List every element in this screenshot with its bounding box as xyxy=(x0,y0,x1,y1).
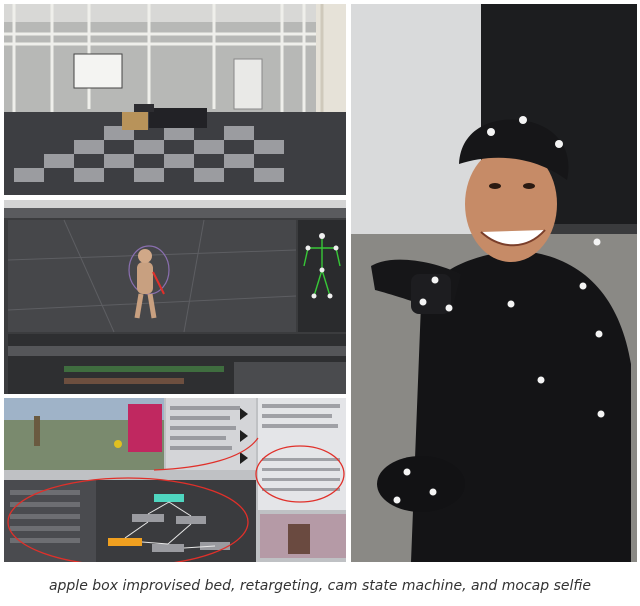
state-machine-screenshot xyxy=(4,398,346,562)
state-machine-illustration xyxy=(4,398,346,562)
studio-photo xyxy=(4,4,346,195)
mocap-selfie-photo xyxy=(351,4,637,562)
retarget-illustration xyxy=(4,200,346,394)
retargeting-screenshot xyxy=(4,200,346,394)
selfie-illustration xyxy=(351,4,637,562)
figure-caption: apple box improvised bed, retargeting, c… xyxy=(48,578,592,594)
studio-illustration xyxy=(4,4,346,195)
